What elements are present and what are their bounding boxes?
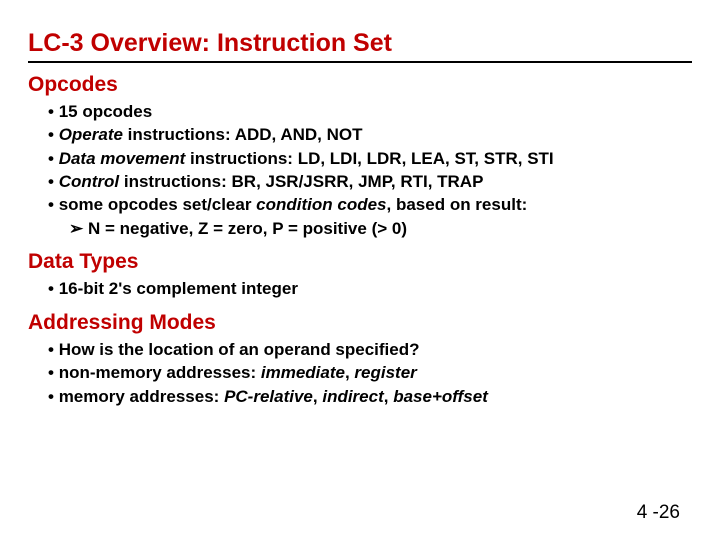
- section-heading-opcodes: Opcodes: [28, 73, 692, 96]
- text: memory addresses:: [59, 387, 224, 406]
- sublist-item: N = negative, Z = zero, P = positive (> …: [86, 217, 692, 240]
- list-item: 15 opcodes: [62, 100, 692, 123]
- slide: LC-3 Overview: Instruction Set Opcodes 1…: [0, 0, 720, 540]
- list-item: Data movement instructions: LD, LDI, LDR…: [62, 147, 692, 170]
- text: some opcodes set/clear: [59, 195, 256, 214]
- list-item: How is the location of an operand specif…: [62, 338, 692, 361]
- text: , based on result:: [387, 195, 528, 214]
- text-italic: Operate: [59, 125, 123, 144]
- opcodes-sublist: N = negative, Z = zero, P = positive (> …: [62, 217, 692, 240]
- text-bolditalic: register: [354, 363, 416, 382]
- list-item: non-memory addresses: immediate, registe…: [62, 361, 692, 384]
- list-item: Control instructions: BR, JSR/JSRR, JMP,…: [62, 170, 692, 193]
- text-bolditalic: indirect: [322, 387, 383, 406]
- datatypes-list: 16-bit 2's complement integer: [28, 277, 692, 300]
- list-item: 16-bit 2's complement integer: [62, 277, 692, 300]
- list-item: memory addresses: PC-relative, indirect,…: [62, 385, 692, 408]
- text: instructions: BR, JSR/JSRR, JMP, RTI, TR…: [119, 172, 483, 191]
- text-bolditalic: condition codes: [256, 195, 386, 214]
- text-italic: Data movement: [59, 149, 186, 168]
- text: instructions: LD, LDI, LDR, LEA, ST, STR…: [185, 149, 553, 168]
- text-italic: Control: [59, 172, 119, 191]
- text-bolditalic: base+offset: [393, 387, 488, 406]
- section-heading-datatypes: Data Types: [28, 250, 692, 273]
- text: non-memory addresses:: [59, 363, 261, 382]
- text-bolditalic: immediate: [261, 363, 345, 382]
- slide-title: LC-3 Overview: Instruction Set: [28, 30, 692, 63]
- text: instructions: ADD, AND, NOT: [123, 125, 363, 144]
- text: 15 opcodes: [59, 102, 153, 121]
- text: N = negative, Z = zero, P = positive (> …: [88, 219, 407, 238]
- list-item: some opcodes set/clear condition codes, …: [62, 193, 692, 240]
- text: ,: [345, 363, 354, 382]
- text: ,: [384, 387, 393, 406]
- addrmodes-list: How is the location of an operand specif…: [28, 338, 692, 408]
- opcodes-list: 15 opcodes Operate instructions: ADD, AN…: [28, 100, 692, 241]
- text: 16-bit 2's complement integer: [59, 279, 298, 298]
- list-item: Operate instructions: ADD, AND, NOT: [62, 123, 692, 146]
- text: ,: [313, 387, 322, 406]
- text-bolditalic: PC-relative: [224, 387, 313, 406]
- page-number: 4 -26: [637, 502, 680, 524]
- text: How is the location of an operand specif…: [59, 340, 420, 359]
- section-heading-addrmodes: Addressing Modes: [28, 311, 692, 334]
